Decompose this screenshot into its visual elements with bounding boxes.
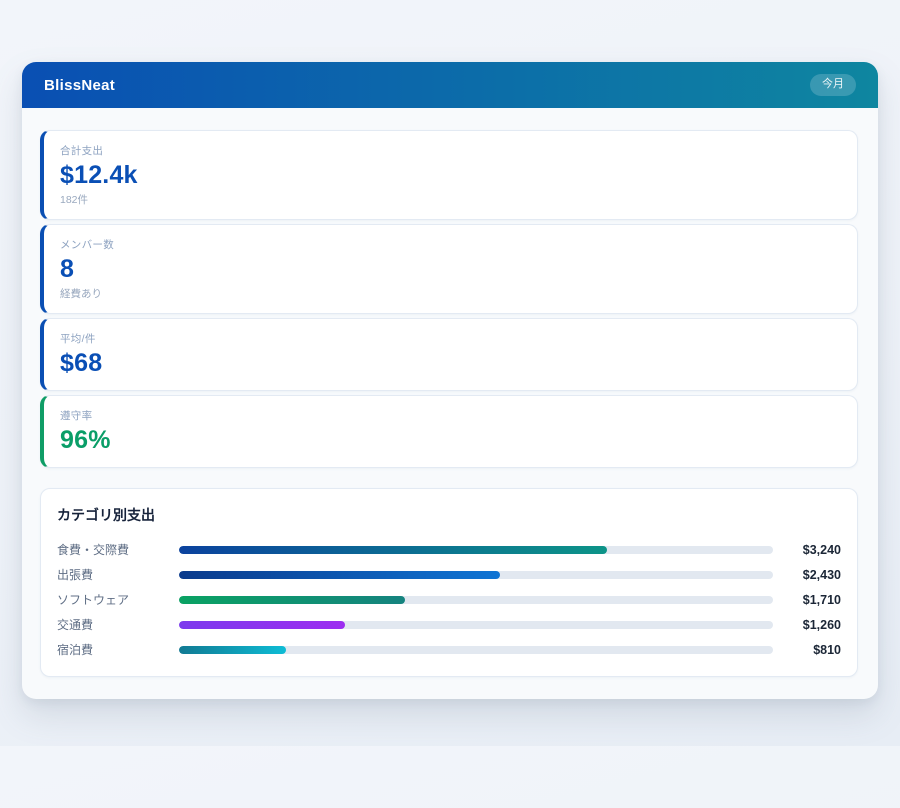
panel-body: 合計支出 $12.4k 182件 メンバー数 8 経費あり 平均/件 $68 遵… xyxy=(22,108,878,699)
stat-value: $68 xyxy=(60,348,841,378)
app-title: BlissNeat xyxy=(44,77,115,94)
category-bar-fill xyxy=(179,621,345,629)
category-bar-track xyxy=(179,596,773,604)
stats-list: 合計支出 $12.4k 182件 メンバー数 8 経費あり 平均/件 $68 遵… xyxy=(40,130,858,468)
stat-card-total-spend: 合計支出 $12.4k 182件 xyxy=(40,130,858,220)
stat-card-member-count: メンバー数 8 経費あり xyxy=(40,224,858,314)
dashboard-panel: BlissNeat 今月 合計支出 $12.4k 182件 メンバー数 8 経費… xyxy=(22,62,878,699)
category-label: 出張費 xyxy=(57,566,179,583)
category-label: 交通費 xyxy=(57,616,179,633)
category-bar-track xyxy=(179,571,773,579)
stat-sub: 182件 xyxy=(60,192,841,207)
category-row: 交通費 $1,260 xyxy=(57,612,841,637)
period-badge[interactable]: 今月 xyxy=(810,74,856,95)
stat-label: 遵守率 xyxy=(60,408,841,423)
stat-label: 合計支出 xyxy=(60,143,841,158)
category-value: $3,240 xyxy=(773,543,841,557)
category-breakdown-card: カテゴリ別支出 食費・交際費 $3,240 出張費 $2,430 ソフトウェア … xyxy=(40,488,858,677)
category-value: $1,260 xyxy=(773,618,841,632)
category-bar-fill xyxy=(179,546,607,554)
category-bar-track xyxy=(179,546,773,554)
category-row: ソフトウェア $1,710 xyxy=(57,587,841,612)
category-bar-track xyxy=(179,646,773,654)
category-bar-fill xyxy=(179,646,286,654)
stat-value: 8 xyxy=(60,254,841,284)
category-value: $810 xyxy=(773,643,841,657)
stat-label: 平均/件 xyxy=(60,331,841,346)
stat-card-compliance-rate: 遵守率 96% xyxy=(40,395,858,468)
category-row: 食費・交際費 $3,240 xyxy=(57,537,841,562)
stat-label: メンバー数 xyxy=(60,237,841,252)
stat-value: 96% xyxy=(60,425,841,455)
category-row: 出張費 $2,430 xyxy=(57,562,841,587)
category-label: 食費・交際費 xyxy=(57,541,179,558)
stat-value: $12.4k xyxy=(60,160,841,190)
category-bar-fill xyxy=(179,571,500,579)
stat-card-average-per-item: 平均/件 $68 xyxy=(40,318,858,391)
app-header: BlissNeat 今月 xyxy=(22,62,878,108)
category-value: $1,710 xyxy=(773,593,841,607)
category-label: 宿泊費 xyxy=(57,641,179,658)
stat-sub: 経費あり xyxy=(60,286,841,301)
category-bar-track xyxy=(179,621,773,629)
category-bar-fill xyxy=(179,596,405,604)
category-value: $2,430 xyxy=(773,568,841,582)
category-row: 宿泊費 $810 xyxy=(57,637,841,662)
category-label: ソフトウェア xyxy=(57,591,179,608)
category-title: カテゴリ別支出 xyxy=(57,505,841,525)
